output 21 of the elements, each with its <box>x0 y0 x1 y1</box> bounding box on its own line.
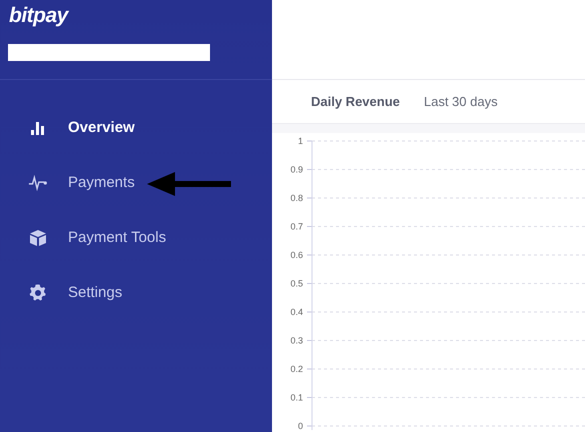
sidebar-item[interactable]: Payments <box>0 155 135 210</box>
settings-icon <box>28 282 48 302</box>
axis-tick-label: 0.5 <box>290 278 303 288</box>
tab[interactable]: Daily Revenue <box>311 94 400 110</box>
axis-tick-label: 0.4 <box>290 307 303 317</box>
axis-tick-label: 0 <box>298 421 303 431</box>
axis-tick-label: 0.3 <box>290 336 303 346</box>
cube-icon <box>28 228 48 248</box>
axis-tick-label: 0.1 <box>290 392 303 402</box>
sidebar-item[interactable]: Payment Tools <box>0 210 166 265</box>
axis-tick-label: 0.9 <box>290 164 303 174</box>
axis-tick-label: 0.8 <box>290 193 303 203</box>
tab[interactable]: Last 30 days <box>424 94 498 110</box>
axis-tick-label: 1 <box>298 136 303 146</box>
axis-tick-label: 0.2 <box>290 364 303 374</box>
logo[interactable]: bitpay <box>9 4 68 28</box>
sidebar-item[interactable]: Settings <box>0 265 122 320</box>
axis-tick-label: 0.6 <box>290 250 303 260</box>
sidebar-item[interactable]: Overview <box>0 100 135 155</box>
axis-tick-label: 0.7 <box>290 222 303 232</box>
pulse-icon <box>28 172 48 192</box>
